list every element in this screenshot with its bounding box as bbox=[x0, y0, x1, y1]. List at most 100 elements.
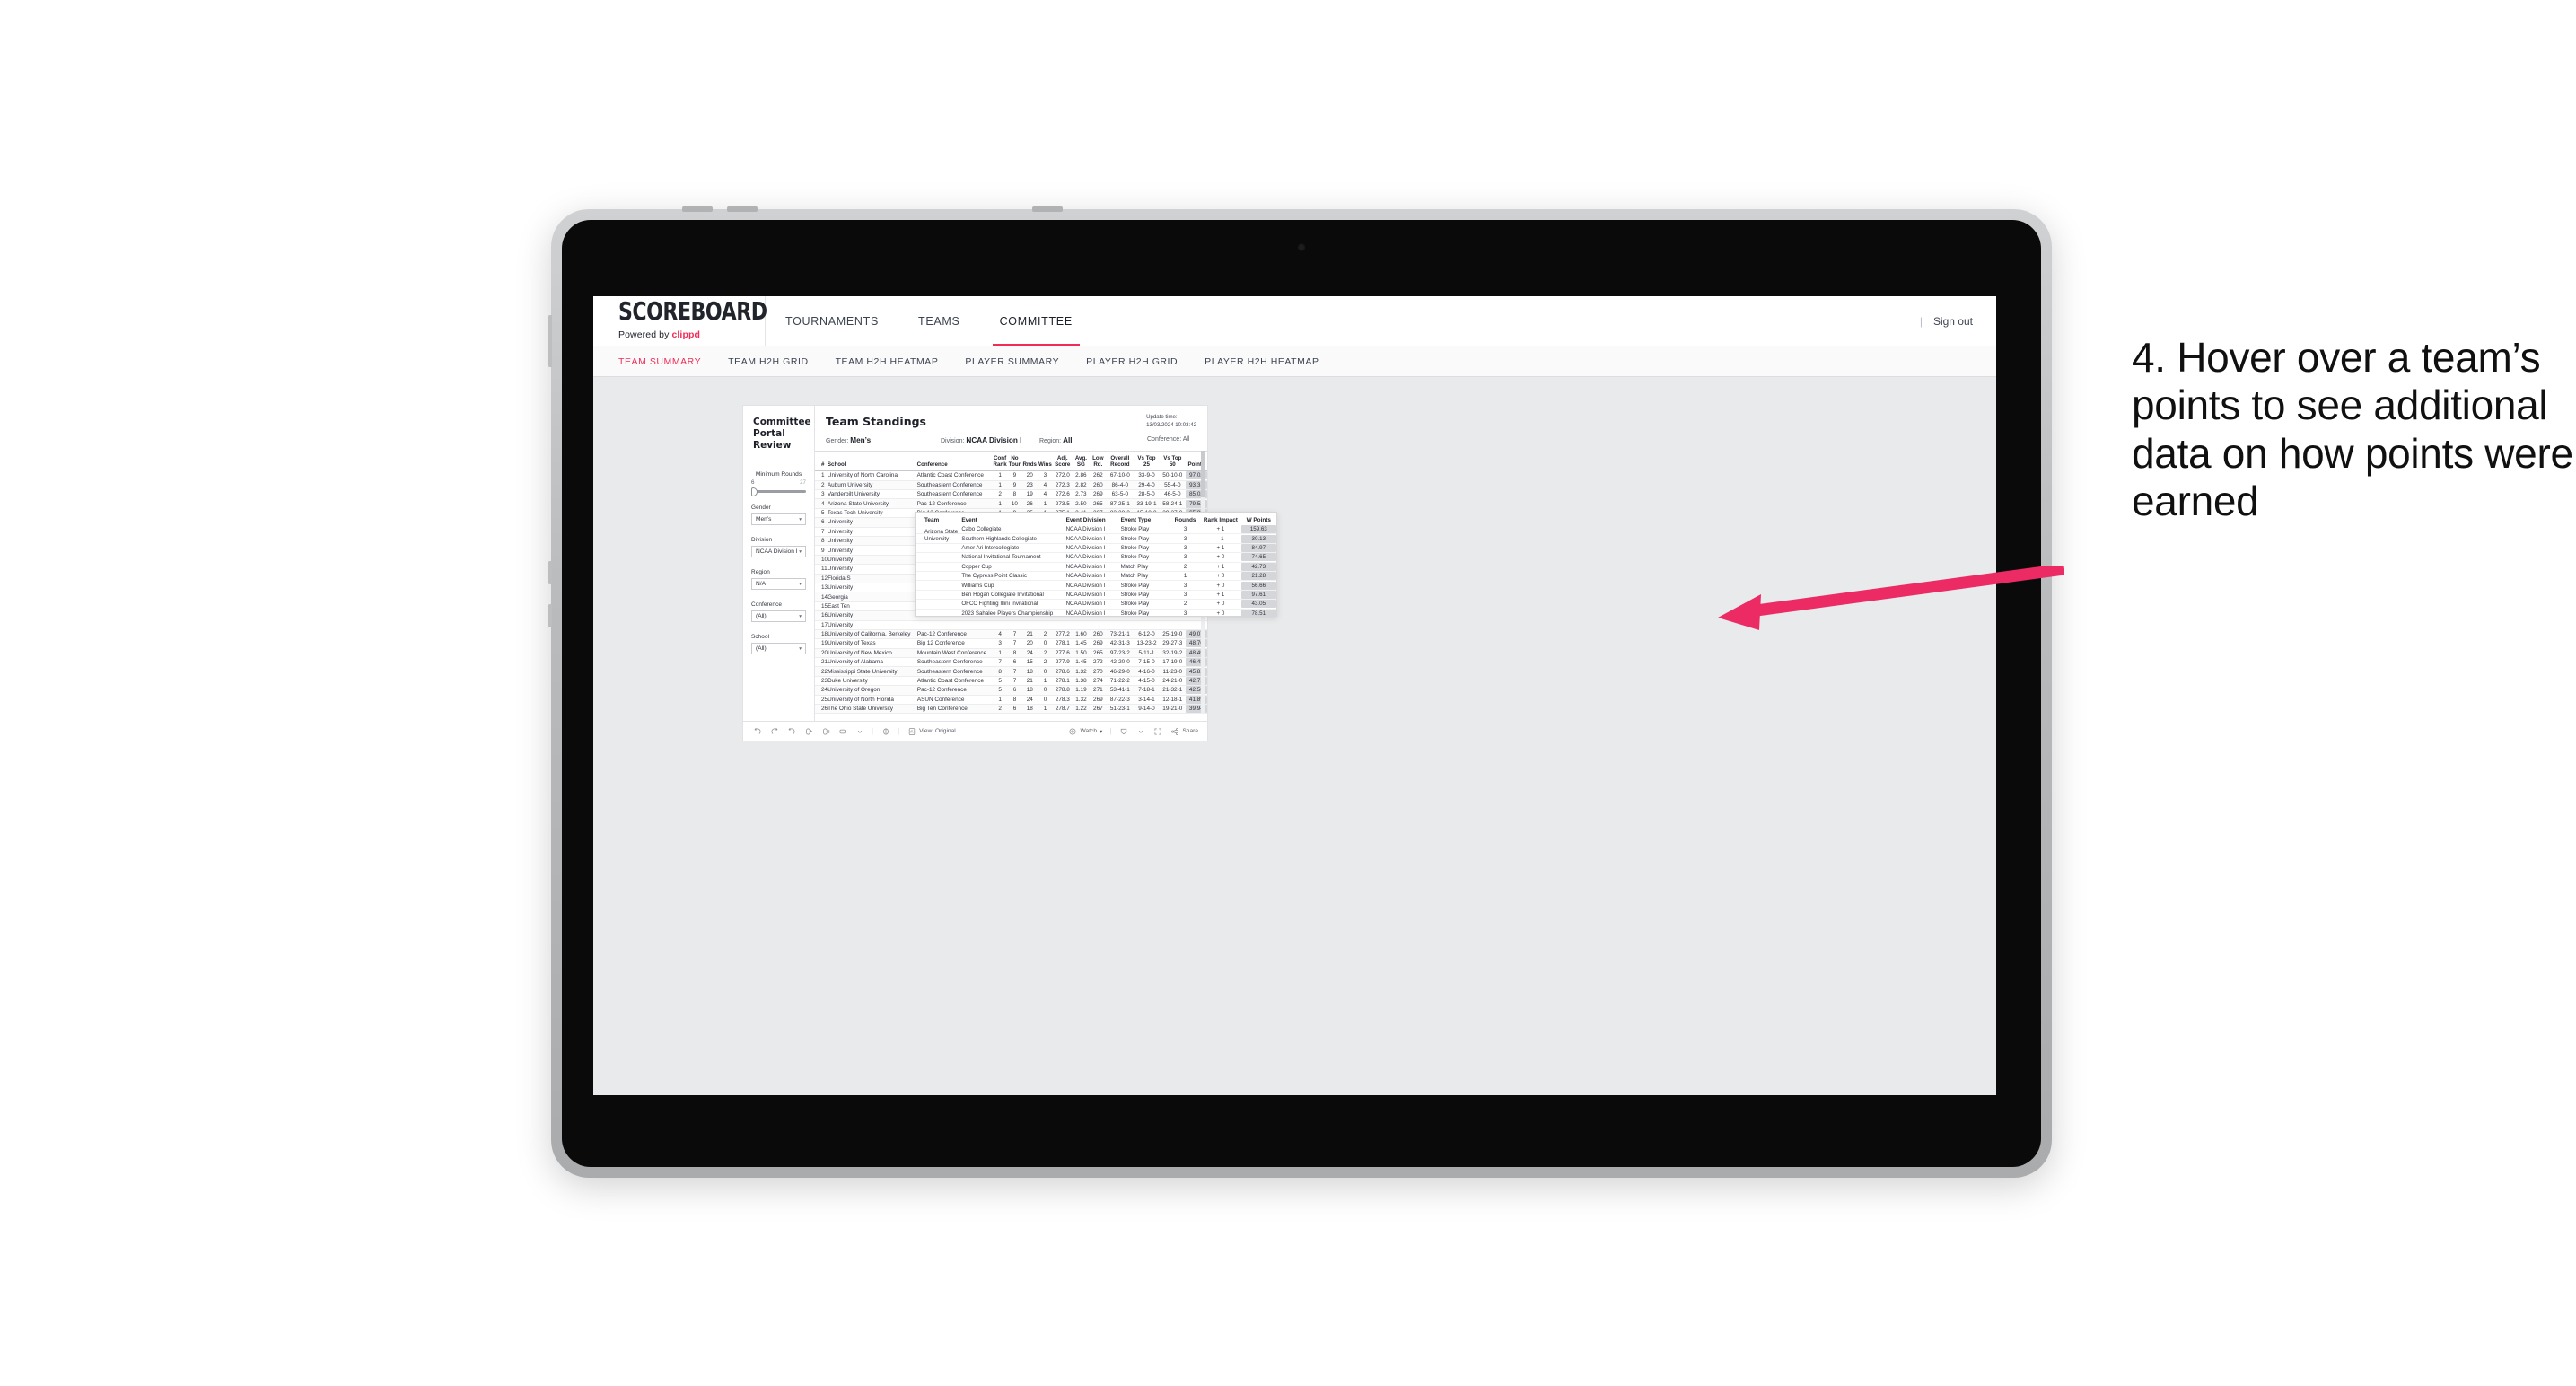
col-no-tour[interactable]: No Tour bbox=[1007, 455, 1021, 468]
chevron-down-icon[interactable] bbox=[854, 726, 864, 736]
filter-region-select[interactable]: N/A ▾ bbox=[751, 578, 806, 591]
tab-player-summary[interactable]: PLAYER SUMMARY bbox=[965, 356, 1059, 367]
watch-button[interactable]: Watch ▾ bbox=[1068, 726, 1102, 736]
col-rnds[interactable]: Rnds bbox=[1022, 461, 1038, 468]
view-original-button[interactable]: View: Original bbox=[907, 726, 956, 736]
nav-item-teams[interactable]: TEAMS bbox=[898, 296, 980, 346]
filter-school-select[interactable]: (All) ▾ bbox=[751, 643, 806, 655]
chevron-down-icon[interactable] bbox=[1135, 726, 1145, 736]
table-row[interactable]: 20 University of New Mexico Mountain West … bbox=[815, 648, 1207, 659]
col-vs-top-25[interactable]: Vs Top 25 bbox=[1134, 455, 1159, 468]
cell-wins: 0 bbox=[1043, 668, 1047, 675]
filter-region-value: N/A bbox=[756, 581, 766, 588]
table-scrollbar-thumb[interactable] bbox=[1201, 451, 1205, 497]
table-row[interactable]: 25 University of North Florida ASUN Confer… bbox=[815, 695, 1207, 706]
tab-team-summary[interactable]: TEAM SUMMARY bbox=[618, 356, 701, 367]
col-rank[interactable]: # bbox=[815, 461, 828, 468]
tooltip-header-row: Team Event Event Division Event Type Rou… bbox=[916, 513, 1276, 525]
cell-rank: 13 bbox=[821, 584, 828, 592]
table-row[interactable]: 3 Vanderbilt University Southeastern Confe… bbox=[815, 490, 1207, 500]
tooltip-col-event: Event bbox=[961, 517, 977, 523]
undo-icon[interactable] bbox=[752, 726, 762, 736]
tab-player-h2h-heatmap[interactable]: PLAYER H2H HEATMAP bbox=[1205, 356, 1319, 367]
cell-rank: 15 bbox=[821, 602, 828, 610]
tooltip-cell-rank-impact: + 1 bbox=[1216, 563, 1225, 570]
device-layout-icon[interactable] bbox=[837, 726, 847, 736]
cell-vs-top-25: 33-9-0 bbox=[1138, 472, 1155, 479]
update-time-value: 13/03/2024 10:03:42 bbox=[1146, 421, 1196, 428]
filter-conference-select[interactable]: (All) ▾ bbox=[751, 610, 806, 623]
clear-sheet-icon[interactable] bbox=[881, 726, 890, 736]
minimum-rounds-slider[interactable] bbox=[751, 487, 806, 496]
slider-thumb-handle[interactable] bbox=[751, 487, 758, 496]
cell-overall-record: 71-22-2 bbox=[1109, 678, 1130, 685]
filter-region: Region N/A ▾ bbox=[751, 569, 806, 591]
cell-overall-record: 86-4-0 bbox=[1111, 481, 1129, 488]
table-row[interactable]: 21 University of Alabama Southeastern Conf… bbox=[815, 658, 1207, 668]
refresh-data-icon[interactable] bbox=[803, 726, 813, 736]
cell-low-rd: 265 bbox=[1092, 500, 1103, 507]
table-row[interactable]: 17 University bbox=[815, 621, 1207, 630]
col-avg-sg[interactable]: Avg. SG bbox=[1073, 455, 1091, 468]
nav-divider: | bbox=[1919, 314, 1923, 328]
col-t25-l2: 25 bbox=[1143, 461, 1150, 469]
tablet-top-button-2[interactable] bbox=[727, 206, 758, 212]
tablet-top-button-3[interactable] bbox=[1032, 206, 1063, 212]
col-school[interactable]: School bbox=[828, 461, 917, 468]
nav-item-tournaments[interactable]: TOURNAMENTS bbox=[766, 296, 898, 346]
cell-vs-top-50: 19-21-0 bbox=[1162, 706, 1183, 713]
tooltip-points-value: 21.28 bbox=[1240, 572, 1276, 581]
table-row[interactable]: 24 University of Oregon Pac-12 Conference 5… bbox=[815, 686, 1207, 696]
sidebar-title-line2: Portal Review bbox=[753, 428, 792, 452]
tablet-side-button-3[interactable] bbox=[548, 604, 552, 627]
cell-vs-top-25: 7-18-1 bbox=[1138, 687, 1155, 694]
update-time-label: Update time: bbox=[1146, 414, 1178, 420]
cell-vs-top-50: 24-21-0 bbox=[1162, 678, 1183, 685]
tooltip-cell-event: National Invitational Tournament bbox=[961, 554, 1041, 561]
revert-icon[interactable] bbox=[786, 726, 796, 736]
filter-gender-select[interactable]: Men’s ▾ bbox=[751, 513, 806, 526]
col-vs-top-50[interactable]: Vs Top 50 bbox=[1160, 455, 1186, 468]
tablet-side-button-2[interactable] bbox=[548, 561, 552, 584]
minimum-rounds-min: 6 bbox=[751, 479, 755, 487]
brand-logo[interactable]: SCOREBOARD Powered by clippd bbox=[593, 296, 767, 346]
tablet-top-button-1[interactable] bbox=[682, 206, 713, 212]
tab-team-h2h-heatmap[interactable]: TEAM H2H HEATMAP bbox=[836, 356, 939, 367]
cell-wins: 0 bbox=[1043, 696, 1047, 703]
redo-icon[interactable] bbox=[769, 726, 779, 736]
cell-overall-record: 46-29-0 bbox=[1109, 668, 1130, 675]
sign-out-link[interactable]: Sign out bbox=[1933, 315, 1973, 328]
download-icon[interactable] bbox=[1118, 726, 1128, 736]
share-button[interactable]: Share bbox=[1170, 726, 1198, 736]
table-row[interactable]: 18 University of California, Berkeley Pac-… bbox=[815, 629, 1207, 640]
tooltip-cell-rank-impact: + 0 bbox=[1216, 573, 1225, 580]
tooltip-cell-rounds: 3 bbox=[1183, 554, 1187, 561]
cell-rnds: 19 bbox=[1026, 491, 1033, 498]
nav-item-committee[interactable]: COMMITTEE bbox=[980, 296, 1092, 346]
tab-player-h2h-grid[interactable]: PLAYER H2H GRID bbox=[1086, 356, 1178, 367]
table-row[interactable]: 22 Mississippi State University Southeaste… bbox=[815, 667, 1207, 677]
cell-avg-sg: 1.45 bbox=[1075, 640, 1087, 647]
filter-division-select[interactable]: NCAA Division I ▾ bbox=[751, 546, 806, 558]
col-wins[interactable]: Wins bbox=[1038, 461, 1053, 468]
col-t50-l1: Vs Top bbox=[1163, 455, 1182, 461]
col-low-rd[interactable]: Low Rd. bbox=[1090, 455, 1106, 468]
pause-auto-update-icon[interactable] bbox=[820, 726, 830, 736]
cell-vs-top-50: 50-10-0 bbox=[1162, 472, 1183, 479]
cell-no-tour: 10 bbox=[1011, 500, 1018, 507]
col-overall-record[interactable]: Overall Record bbox=[1106, 455, 1134, 468]
table-row[interactable]: 1 University of North Carolina Atlantic Co… bbox=[815, 471, 1207, 481]
col-conf-rank[interactable]: Conf Rank bbox=[993, 455, 1007, 468]
fullscreen-icon[interactable] bbox=[1152, 726, 1162, 736]
table-row[interactable]: 4 Arizona State University Pac-12 Conferen… bbox=[815, 499, 1207, 509]
table-row[interactable]: 2 Auburn University Southeastern Conferenc… bbox=[815, 480, 1207, 491]
table-row[interactable]: 19 University of Texas Big 12 Conference 3 7… bbox=[815, 639, 1207, 649]
col-conference[interactable]: Conference bbox=[917, 461, 993, 468]
table-row[interactable]: 26 The Ohio State University Big Ten Confe… bbox=[815, 705, 1207, 715]
col-sg-l2: SG bbox=[1076, 461, 1085, 469]
tablet-side-button-1[interactable] bbox=[548, 315, 552, 367]
tab-team-h2h-grid[interactable]: TEAM H2H GRID bbox=[728, 356, 808, 367]
table-row[interactable]: 23 Duke University Atlantic Coast Conferen… bbox=[815, 677, 1207, 687]
col-adj-score[interactable]: Adj. Score bbox=[1053, 455, 1073, 468]
cell-adj-score: 277.2 bbox=[1055, 631, 1070, 638]
